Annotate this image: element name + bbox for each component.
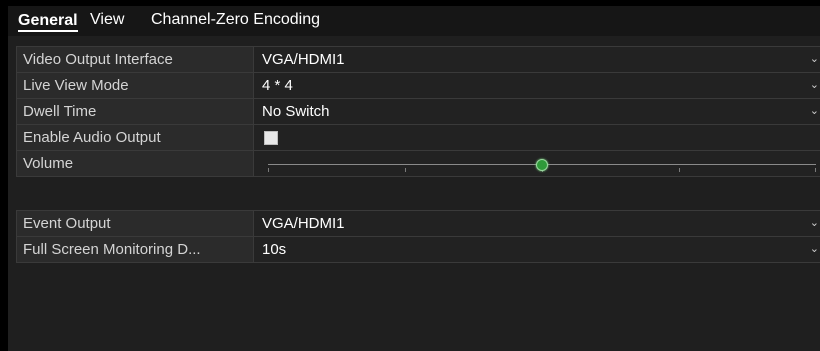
enable-audio-output-label: Enable Audio Output — [17, 125, 254, 150]
tab-general[interactable]: General — [18, 11, 78, 32]
video-output-interface-value: VGA/HDMI1 — [262, 51, 345, 68]
tab-bar: General View Channel-Zero Encoding — [8, 6, 820, 36]
row-volume: Volume — [17, 151, 820, 177]
chevron-down-icon: ⌄ — [809, 79, 819, 91]
chevron-down-icon: ⌄ — [809, 243, 819, 255]
volume-label: Volume — [17, 151, 254, 176]
row-live-view-mode: Live View Mode 4 * 4 ⌄ — [17, 73, 820, 99]
volume-slider-handle[interactable] — [536, 159, 548, 171]
full-screen-monitoring-value: 10s — [262, 241, 287, 258]
tab-channel-zero-encoding[interactable]: Channel-Zero Encoding — [151, 11, 320, 29]
general-settings-panel: General View Channel-Zero Encoding Video… — [8, 6, 820, 351]
event-output-label: Event Output — [17, 211, 254, 236]
chevron-down-icon: ⌄ — [809, 217, 819, 229]
event-settings-group: Event Output VGA/HDMI1 ⌄ Full Screen Mon… — [16, 210, 820, 263]
event-output-value: VGA/HDMI1 — [262, 215, 345, 232]
row-enable-audio-output: Enable Audio Output — [17, 125, 820, 151]
volume-slider-tick — [268, 168, 269, 172]
live-view-mode-label: Live View Mode — [17, 73, 254, 98]
chevron-down-icon: ⌄ — [809, 105, 819, 117]
video-output-interface-label: Video Output Interface — [17, 47, 254, 72]
volume-slider[interactable] — [268, 151, 816, 176]
row-event-output: Event Output VGA/HDMI1 ⌄ — [17, 211, 820, 237]
live-view-mode-value: 4 * 4 — [262, 77, 293, 94]
full-screen-monitoring-label: Full Screen Monitoring D... — [17, 237, 254, 262]
volume-slider-tick — [405, 168, 406, 172]
enable-audio-output-checkbox[interactable] — [264, 131, 278, 145]
volume-slider-tick — [679, 168, 680, 172]
volume-slider-tick — [814, 168, 816, 172]
output-settings-group: Video Output Interface VGA/HDMI1 ⌄ Live … — [16, 46, 820, 177]
dwell-time-label: Dwell Time — [17, 99, 254, 124]
row-video-output-interface: Video Output Interface VGA/HDMI1 ⌄ — [17, 47, 820, 73]
dwell-time-value: No Switch — [262, 103, 330, 120]
chevron-down-icon: ⌄ — [809, 53, 819, 65]
tab-view[interactable]: View — [90, 11, 124, 29]
row-full-screen-monitoring: Full Screen Monitoring D... 10s ⌄ — [17, 237, 820, 263]
row-dwell-time: Dwell Time No Switch ⌄ — [17, 99, 820, 125]
